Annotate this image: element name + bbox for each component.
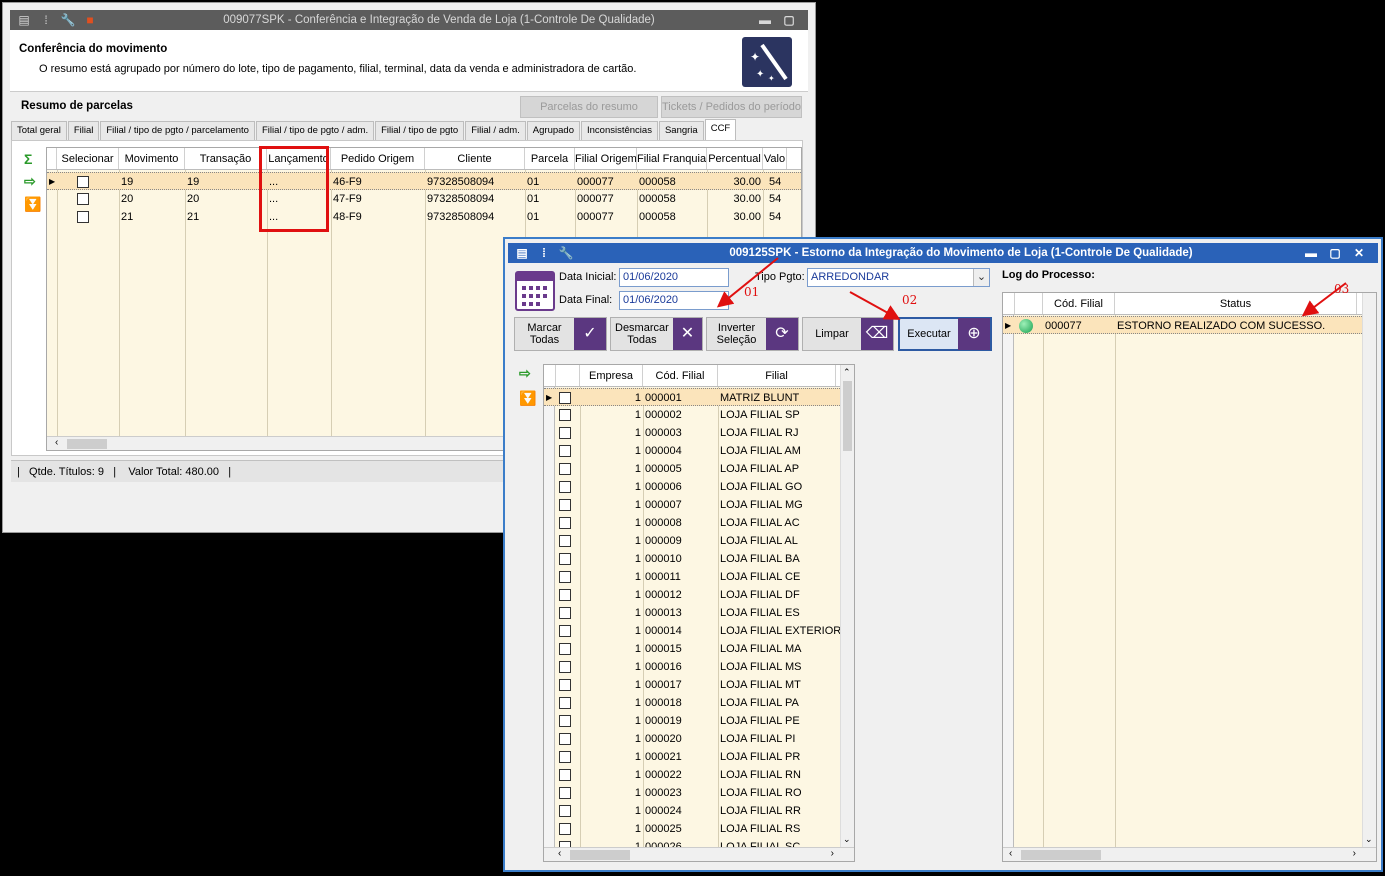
annotation-01: 01 <box>744 285 760 299</box>
annotation-arrows <box>716 257 1347 320</box>
annotation-02: 02 <box>902 293 918 307</box>
annotation-03: 03 <box>1334 282 1350 296</box>
